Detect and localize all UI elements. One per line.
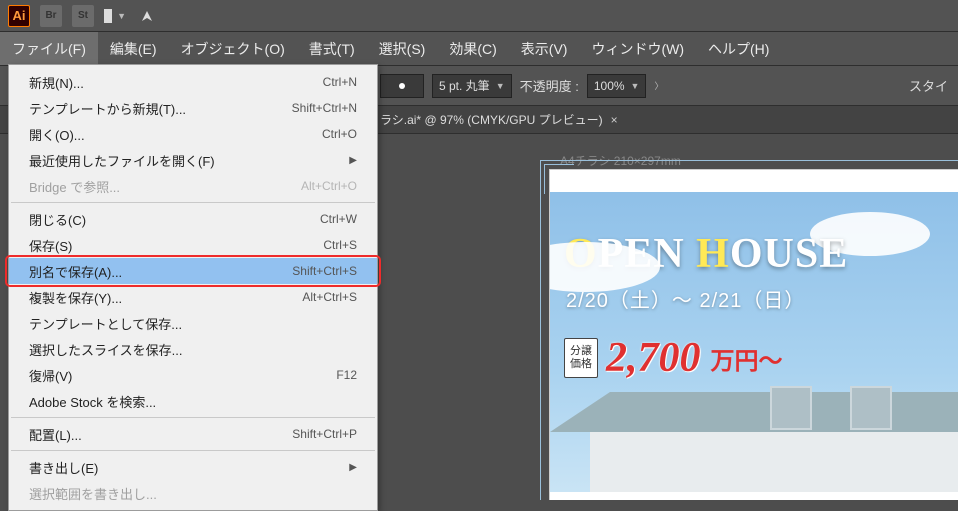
- flyer-house-illustration: [550, 392, 958, 492]
- stroke-swatch[interactable]: [380, 74, 424, 98]
- menu-item-label: 開く(O)...: [29, 125, 85, 144]
- menu-item: Bridge で参照... Alt+Ctrl+O: [9, 173, 377, 199]
- arrange-documents-icon[interactable]: ▼: [104, 5, 126, 27]
- menu-item-label: 復帰(V): [29, 366, 72, 385]
- menu-separator: [11, 450, 375, 451]
- gpu-rocket-icon[interactable]: [136, 5, 158, 27]
- canvas[interactable]: A4チラシ 210×297mm OPEN HOUSE 2/20（土）～ 2/21…: [380, 134, 958, 500]
- menu-item-shortcut: Alt+Ctrl+S: [302, 290, 357, 304]
- menu-view[interactable]: 表示(V): [509, 32, 580, 65]
- menu-item[interactable]: 別名で保存(A)... Shift+Ctrl+S: [9, 258, 377, 284]
- menu-item-shortcut: Shift+Ctrl+P: [292, 427, 357, 441]
- menu-item-shortcut: Ctrl+N: [323, 75, 357, 89]
- stock-button[interactable]: St: [72, 5, 94, 27]
- menu-type[interactable]: 書式(T): [297, 32, 367, 65]
- menu-item-label: Bridge で参照...: [29, 177, 120, 196]
- menu-item-shortcut: Shift+Ctrl+N: [292, 101, 357, 115]
- menu-item[interactable]: 復帰(V) F12: [9, 362, 377, 388]
- opacity-combo[interactable]: 100% ▼: [587, 74, 647, 98]
- app-logo: Ai: [8, 5, 30, 27]
- menu-item-label: 複製を保存(Y)...: [29, 288, 122, 307]
- price-amount: 2,700: [606, 334, 701, 382]
- submenu-arrow-icon: ▶: [349, 155, 357, 166]
- chevron-down-icon: ▼: [496, 81, 505, 91]
- menu-separator: [11, 417, 375, 418]
- menu-select[interactable]: 選択(S): [367, 32, 438, 65]
- file-menu-dropdown: 新規(N)... Ctrl+N テンプレートから新規(T)... Shift+Ctrl…: [8, 64, 378, 511]
- menu-item[interactable]: 新規(N)... Ctrl+N: [9, 69, 377, 95]
- menu-effect[interactable]: 効果(C): [437, 32, 508, 65]
- menu-item-label: テンプレートから新規(T)...: [29, 99, 186, 118]
- menu-window[interactable]: ウィンドウ(W): [579, 32, 696, 65]
- flyer-background: OPEN HOUSE 2/20（土）～ 2/21（日） 分譲 価格 2,700 万…: [550, 192, 958, 492]
- menu-item: 選択範囲を書き出し...: [9, 480, 377, 506]
- price-unit: 万円～: [711, 341, 783, 376]
- flyer-dates: 2/20（土）～ 2/21（日）: [566, 284, 805, 313]
- menu-item-label: Adobe Stock を検索...: [29, 392, 156, 411]
- menu-separator: [11, 202, 375, 203]
- menu-item-label: 新規(N)...: [29, 73, 84, 92]
- opacity-value: 100%: [594, 79, 625, 93]
- menu-item-shortcut: Alt+Ctrl+O: [301, 179, 357, 193]
- document-tab-title: ラシ.ai* @ 97% (CMYK/GPU プレビュー): [380, 111, 603, 128]
- document-tab[interactable]: ラシ.ai* @ 97% (CMYK/GPU プレビュー) ×: [380, 111, 618, 128]
- chevron-down-icon: ▼: [631, 81, 640, 91]
- style-label: スタイ: [909, 76, 948, 95]
- menu-item[interactable]: 配置(L)... Shift+Ctrl+P: [9, 421, 377, 447]
- menu-item-label: 閉じる(C): [29, 210, 86, 229]
- opacity-label: 不透明度 :: [520, 76, 579, 95]
- menu-item[interactable]: 書き出し(E) ▶: [9, 454, 377, 480]
- menu-item[interactable]: 複製を保存(Y)... Alt+Ctrl+S: [9, 284, 377, 310]
- flyer-price: 分譲 価格 2,700 万円～: [564, 334, 783, 382]
- menu-item-label: 選択したスライスを保存...: [29, 340, 182, 359]
- artboard[interactable]: OPEN HOUSE 2/20（土）～ 2/21（日） 分譲 価格 2,700 万…: [550, 170, 958, 500]
- menu-item[interactable]: 閉じる(C) Ctrl+W: [9, 206, 377, 232]
- menu-item-label: 保存(S): [29, 236, 72, 255]
- menu-item-label: 別名で保存(A)...: [29, 262, 122, 281]
- menu-object[interactable]: オブジェクト(O): [169, 32, 297, 65]
- brush-preset-value: 5 pt. 丸筆: [439, 77, 490, 94]
- menu-item-shortcut: Ctrl+W: [320, 212, 357, 226]
- bridge-button[interactable]: Br: [40, 5, 62, 27]
- app-topbar: Ai Br St ▼: [0, 0, 958, 32]
- menu-help[interactable]: ヘルプ(H): [696, 32, 781, 65]
- trim-mark: [544, 164, 574, 194]
- menu-item[interactable]: Adobe Stock を検索...: [9, 388, 377, 414]
- menu-item-label: テンプレートとして保存...: [29, 314, 182, 333]
- menu-item-shortcut: Ctrl+O: [322, 127, 357, 141]
- menu-item[interactable]: 開く(O)... Ctrl+O: [9, 121, 377, 147]
- menubar: ファイル(F) 編集(E) オブジェクト(O) 書式(T) 選択(S) 効果(C…: [0, 32, 958, 66]
- close-icon[interactable]: ×: [611, 113, 618, 127]
- price-box: 分譲 価格: [564, 338, 598, 378]
- menu-file[interactable]: ファイル(F): [0, 32, 98, 65]
- menu-item-label: 書き出し(E): [29, 458, 98, 477]
- menu-edit[interactable]: 編集(E): [98, 32, 169, 65]
- menu-item[interactable]: 選択したスライスを保存...: [9, 336, 377, 362]
- menu-item[interactable]: テンプレートとして保存...: [9, 310, 377, 336]
- brush-preset-combo[interactable]: 5 pt. 丸筆 ▼: [432, 74, 512, 98]
- menu-item[interactable]: 保存(S) Ctrl+S: [9, 232, 377, 258]
- menu-item-shortcut: F12: [336, 368, 357, 382]
- flyer-headline: OPEN HOUSE: [564, 230, 958, 278]
- menu-item-shortcut: Ctrl+S: [323, 238, 357, 252]
- menu-item[interactable]: 最近使用したファイルを開く(F) ▶: [9, 147, 377, 173]
- menu-item-shortcut: Shift+Ctrl+S: [292, 264, 357, 278]
- submenu-arrow-icon: ▶: [349, 462, 357, 473]
- more-chevron-icon[interactable]: 〉: [654, 79, 663, 92]
- menu-item[interactable]: テンプレートから新規(T)... Shift+Ctrl+N: [9, 95, 377, 121]
- menu-item-label: 最近使用したファイルを開く(F): [29, 151, 215, 170]
- menu-item-label: 配置(L)...: [29, 425, 82, 444]
